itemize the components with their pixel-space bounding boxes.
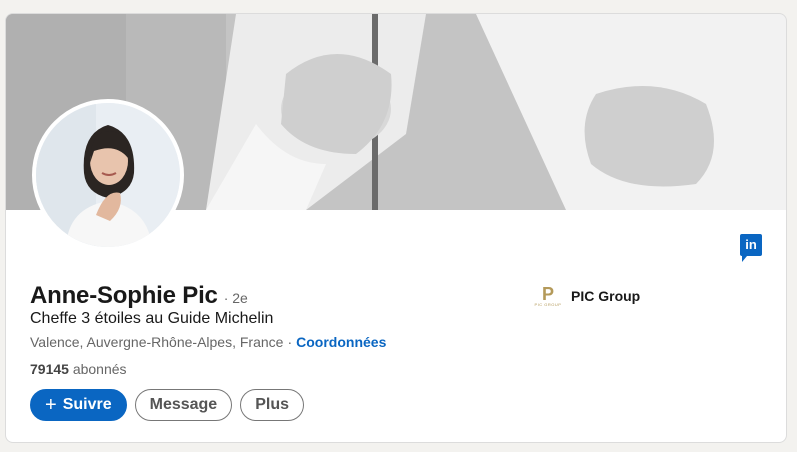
linkedin-logo-text: in — [745, 237, 757, 252]
profile-actions: + Suivre Message Plus — [30, 389, 304, 421]
followers-row: 79145 abonnés — [30, 361, 127, 377]
company-logo-letter: P — [541, 283, 554, 304]
connection-degree: · 2e — [223, 290, 248, 306]
follow-label: Suivre — [62, 396, 112, 413]
plus-icon: + — [45, 394, 57, 416]
linkedin-icon[interactable]: in — [740, 234, 762, 262]
profile-card: in Anne-Sophie Pic · 2e Cheffe 3 étoiles… — [5, 13, 787, 443]
profile-avatar[interactable] — [32, 99, 184, 251]
profile-name: Anne-Sophie Pic — [30, 282, 218, 309]
company-name: PIC Group — [571, 288, 641, 304]
followers-count: 79145 — [30, 361, 69, 377]
message-button[interactable]: Message — [134, 389, 233, 421]
location-separator: · — [287, 334, 293, 350]
location-row: Valence, Auvergne-Rhône-Alpes, France · Co… — [30, 334, 386, 350]
contact-info-link[interactable]: Coordonnées — [296, 334, 386, 350]
profile-headline: Cheffe 3 étoiles au Guide Michelin — [30, 310, 274, 327]
more-label: Plus — [255, 396, 289, 413]
profile-location: Valence, Auvergne-Rhône-Alpes, France — [30, 334, 284, 350]
linkedin-logo-tail — [742, 256, 747, 262]
company-logo: P PIC GROUP — [533, 282, 563, 310]
current-company[interactable]: P PIC GROUP PIC Group — [533, 282, 641, 310]
message-label: Message — [149, 396, 218, 413]
more-button[interactable]: Plus — [240, 389, 304, 421]
name-row: Anne-Sophie Pic · 2e — [30, 282, 248, 310]
follow-button[interactable]: + Suivre — [30, 389, 127, 421]
company-logo-caption: PIC GROUP — [534, 301, 562, 307]
followers-label: abonnés — [72, 361, 127, 377]
